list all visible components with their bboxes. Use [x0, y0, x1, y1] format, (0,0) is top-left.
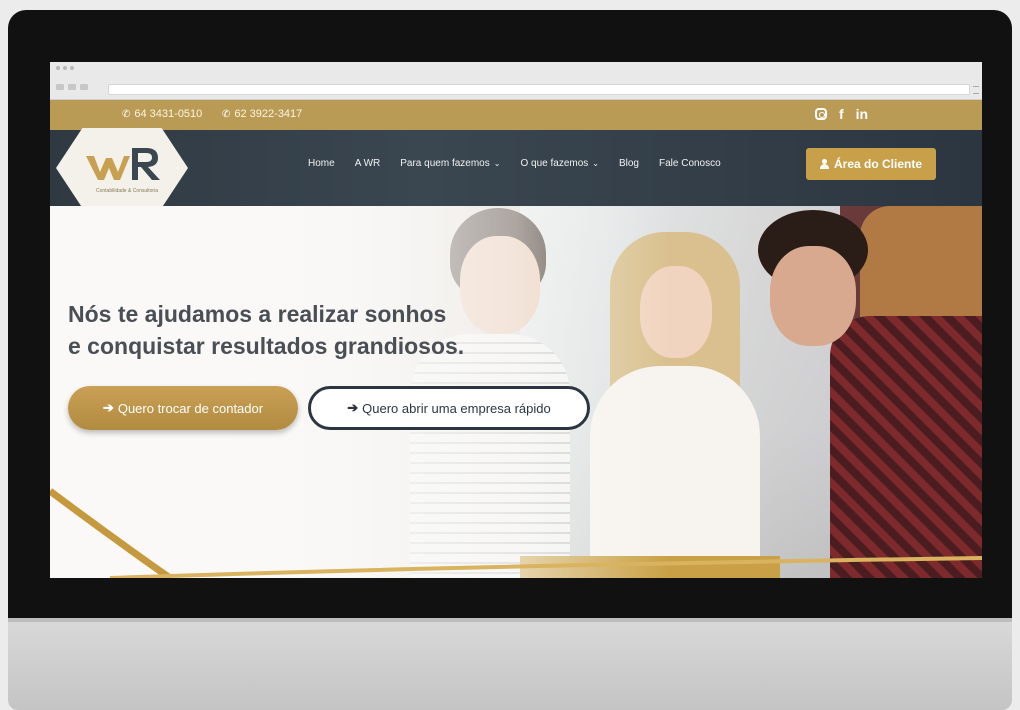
nav-menu: Home A WR Para quem fazemos ⌄ O que faze…: [308, 158, 721, 169]
nav-item-a-wr[interactable]: A WR: [355, 158, 381, 169]
nav-item-label: A WR: [354, 158, 381, 169]
nav-item-label: Fale Conosco: [658, 158, 721, 169]
hero-headline: Nós te ajudamos a realizar sonhos e conq…: [68, 298, 508, 362]
change-accountant-label: Quero trocar de contador: [117, 400, 264, 416]
nav-item-para-quem-fazemos[interactable]: Para quem fazemos ⌄: [400, 158, 500, 169]
phone-contact-1[interactable]: ✆ 64 3431-0510: [122, 108, 202, 120]
hero-headline-line2: e conquistar resultados grandiosos.: [68, 333, 465, 359]
social-links: f in: [815, 106, 868, 122]
phone-icon: ✆: [222, 108, 231, 120]
phone-contact-2[interactable]: ✆ 62 3922-3417: [222, 108, 302, 120]
chevron-down-icon: ⌄: [493, 159, 501, 168]
change-accountant-button[interactable]: ➔ Quero trocar de contador: [68, 386, 298, 430]
client-area-button[interactable]: Área do Cliente: [806, 148, 936, 180]
logo-tagline-art: Contabilidade & Consultoria: [96, 188, 158, 194]
arrow-right-icon: ➔: [347, 400, 359, 415]
nav-item-fale-conosco[interactable]: Fale Conosco: [659, 158, 721, 169]
monitor-screen: ✆ 64 3431-0510 ✆ 62 3922-3417 f in Conta…: [50, 62, 982, 578]
browser-menu-icon[interactable]: [973, 86, 979, 94]
nav-item-blog[interactable]: Blog: [619, 158, 639, 169]
arrow-right-icon: ➔: [102, 400, 114, 415]
user-icon: [819, 159, 829, 169]
wr-logo[interactable]: Contabilidade & Consultoria: [56, 128, 188, 208]
phone-icon: ✆: [122, 108, 131, 120]
contact-bar: ✆ 64 3431-0510 ✆ 62 3922-3417 f in: [50, 100, 982, 130]
phone-number-2: 62 3922-3417: [234, 108, 303, 120]
monitor-divider: [8, 618, 1012, 622]
nav-item-label: Para quem fazemos: [400, 158, 490, 169]
nav-item-home[interactable]: Home: [308, 158, 335, 169]
open-company-label: Quero abrir uma empresa rápido: [362, 400, 551, 416]
wr-logo-mark: [86, 148, 160, 180]
browser-nav-buttons[interactable]: [56, 84, 102, 92]
hero-section: Nós te ajudamos a realizar sonhos e conq…: [50, 206, 982, 578]
monitor-stand-chin: [8, 618, 1012, 710]
chevron-down-icon: ⌄: [592, 159, 599, 168]
open-company-button[interactable]: ➔ Quero abrir uma empresa rápido: [308, 386, 590, 430]
facebook-icon[interactable]: f: [839, 106, 844, 122]
nav-item-o-que-fazemos[interactable]: O que fazemos ⌄: [520, 158, 599, 169]
nav-item-label: Home: [308, 158, 335, 169]
hero-headline-line1: Nós te ajudamos a realizar sonhos: [68, 301, 447, 327]
linkedin-icon[interactable]: in: [856, 106, 868, 122]
window-controls[interactable]: [56, 66, 74, 70]
client-area-label: Área do Cliente: [833, 157, 923, 171]
nav-item-label: O que fazemos: [520, 158, 589, 169]
nav-item-label: Blog: [618, 158, 639, 169]
address-bar[interactable]: [108, 84, 970, 95]
phone-number-1: 64 3431-0510: [134, 108, 203, 120]
browser-toolbar: [50, 62, 982, 100]
instagram-icon[interactable]: [815, 108, 827, 120]
main-navbar: Contabilidade & Consultoria Home A WR Pa…: [50, 128, 982, 208]
